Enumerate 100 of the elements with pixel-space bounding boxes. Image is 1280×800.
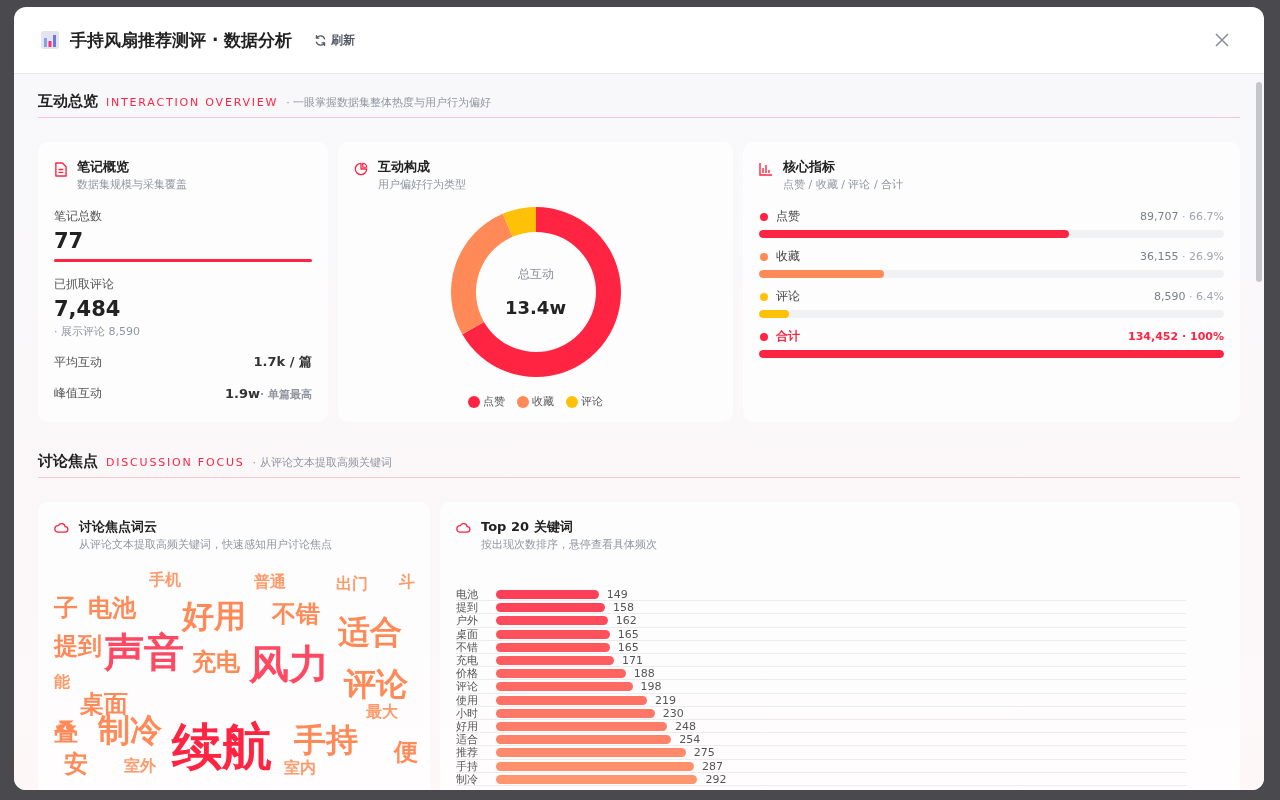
value-label: 287 — [702, 760, 723, 772]
card-subtitle: 数据集规模与采集覆盖 — [77, 177, 187, 192]
pie-chart-icon — [354, 162, 368, 176]
cloud-word: 室内 — [284, 760, 316, 776]
value-label: 171 — [622, 655, 643, 667]
cloud-word: 不错 — [272, 602, 320, 626]
document-icon — [54, 162, 67, 177]
cloud-word: 手机 — [149, 572, 181, 588]
value-label: 149 — [606, 589, 628, 601]
axis-label: 不错 — [456, 641, 479, 653]
value-label: 254 — [679, 734, 701, 746]
metric-value: 134,452 · 100% — [1128, 330, 1224, 343]
stat-label: 已抓取评论 — [54, 276, 115, 293]
legend-label: 评论 — [581, 394, 603, 409]
value-label: 158 — [613, 602, 634, 614]
metric-label: 收藏 — [776, 248, 800, 265]
cloud-word: 出门 — [336, 576, 368, 592]
value-label: 275 — [693, 747, 715, 759]
axis-label: 好用 — [456, 720, 479, 732]
axis-label: 提到 — [456, 602, 479, 614]
card-title: Top 20 关键词 — [481, 518, 574, 536]
stat-note: · 展示评论 8,590 — [54, 324, 141, 339]
axis-label: 推荐 — [456, 747, 479, 759]
refresh-icon — [314, 33, 328, 47]
scrollbar-thumb[interactable] — [1256, 82, 1262, 282]
stat-value: 7,484 — [54, 297, 122, 321]
stat-label: 峰值互动 — [54, 385, 102, 402]
cloud-word: 安 — [64, 752, 88, 776]
cloud-word: 电池 — [88, 596, 136, 620]
axis-label: 桌面 — [456, 628, 479, 640]
axis-label: 小时 — [456, 707, 479, 719]
axis-label: 电池 — [456, 589, 479, 601]
metric-label: 评论 — [776, 288, 800, 305]
card-subtitle: 按出现次数排序，悬停查看具体频次 — [481, 537, 657, 552]
bar-chart-icon — [40, 30, 60, 50]
cloud-word: 普通 — [254, 574, 286, 590]
card-title: 互动构成 — [378, 158, 431, 176]
cloud-word: 子 — [54, 596, 78, 620]
cloud-word: 评论 — [344, 668, 408, 700]
card-title: 笔记概览 — [77, 158, 130, 176]
cloud-word: 好用 — [182, 600, 246, 632]
cloud-word: 室外 — [124, 758, 156, 774]
value-label: 219 — [655, 694, 677, 706]
axis-label: 制冷 — [456, 773, 479, 785]
axis-label: 评论 — [456, 681, 479, 693]
value-label: 248 — [675, 720, 697, 732]
value-label: 292 — [705, 773, 727, 785]
close-icon[interactable] — [1215, 33, 1229, 47]
cloud-icon — [456, 522, 471, 533]
cloud-word: 充电 — [192, 650, 240, 674]
metric-value: 89,707 · 66.7% — [1140, 210, 1224, 223]
axis-label: 户外 — [456, 615, 479, 627]
section-subtitle: DISCUSSION FOCUS — [106, 456, 245, 469]
stat-label: 笔记总数 — [54, 208, 103, 225]
metric-label: 合计 — [776, 328, 800, 345]
cloud-word: 斗 — [399, 574, 415, 590]
section-title: 讨论焦点 — [38, 452, 98, 471]
cloud-word: 桌面 — [80, 692, 128, 716]
value-label: 198 — [640, 681, 662, 693]
value-label: 162 — [615, 615, 637, 627]
axis-label: 充电 — [456, 655, 479, 667]
cloud-word: 叠 — [54, 720, 78, 744]
metric-value: 36,155 · 26.9% — [1140, 250, 1224, 263]
value-label: 165 — [617, 641, 639, 653]
value-label: 188 — [633, 668, 655, 680]
legend-label: 收藏 — [532, 394, 554, 409]
stat-value: 77 — [54, 229, 85, 253]
axis-label: 手持 — [456, 760, 479, 772]
cloud-word: 最大 — [366, 704, 398, 720]
section-subtitle: INTERACTION OVERVIEW — [106, 96, 279, 109]
section-title: 互动总览 — [38, 92, 98, 111]
section-description: · 一眼掌握数据集整体热度与用户行为偏好 — [286, 95, 492, 110]
stat-label: 平均互动 — [54, 353, 102, 371]
axis-label: 使用 — [456, 694, 479, 706]
donut-center-label: 总互动 — [517, 266, 554, 283]
section-description: · 从评论文本提取高频关键词 — [252, 455, 392, 470]
cloud-word: 声音 — [104, 632, 184, 672]
card-subtitle: 用户偏好行为类型 — [378, 177, 466, 192]
card-subtitle: 点赞 / 收藏 / 评论 / 合计 — [783, 177, 904, 192]
card-subtitle: 从评论文本提取高频关键词，快速感知用户讨论焦点 — [79, 537, 332, 552]
window-title: 手持风扇推荐测评 · 数据分析 — [70, 28, 293, 52]
axis-label: 适合 — [456, 734, 479, 746]
cloud-word: 能 — [54, 674, 70, 690]
value-label: 165 — [617, 628, 639, 640]
cloud-word: 适合 — [338, 616, 402, 648]
cloud-word: 手持 — [294, 724, 358, 756]
card-title: 讨论焦点词云 — [79, 518, 158, 536]
bar-chart-icon — [759, 162, 773, 176]
cloud-word: 便 — [394, 740, 418, 764]
refresh-button[interactable]: 刷新 — [310, 29, 360, 51]
metric-value: 8,590 · 6.4% — [1154, 290, 1224, 303]
cloud-word: 续航 — [172, 722, 272, 772]
cloud-word: 制冷 — [98, 714, 162, 746]
legend-label: 点赞 — [483, 394, 505, 409]
value-label: 230 — [662, 707, 684, 719]
axis-label: 价格 — [456, 668, 479, 680]
stat-value: 1.9w· 单篇最高 — [224, 385, 312, 402]
card-title: 核心指标 — [783, 158, 836, 176]
cloud-word: 风力 — [249, 644, 329, 684]
cloud-word: 提到 — [54, 634, 102, 658]
